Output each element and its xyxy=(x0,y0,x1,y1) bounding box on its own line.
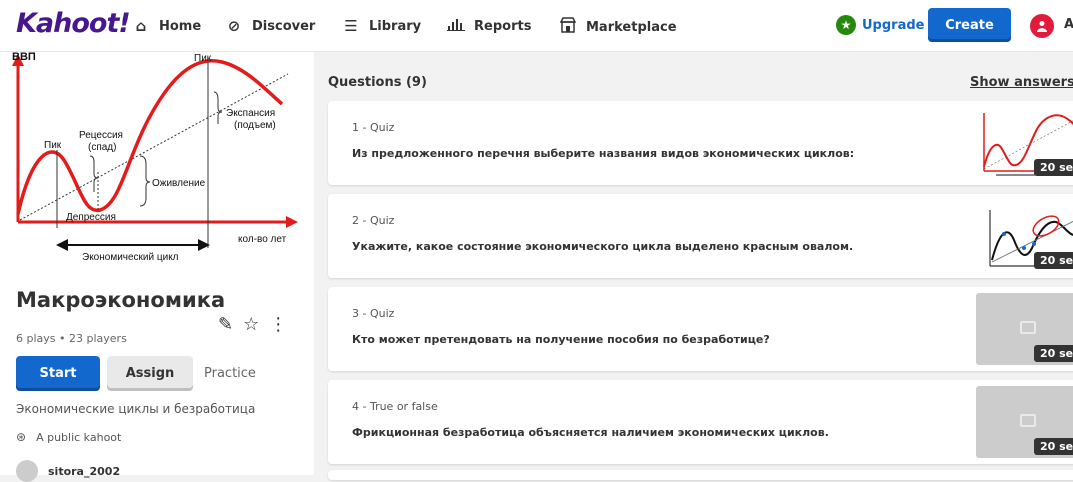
time-limit-badge: 20 sec xyxy=(1034,438,1073,455)
question-type: 1 - Quiz xyxy=(352,121,395,134)
upgrade-link[interactable]: ★ Upgrade xyxy=(836,15,924,35)
cover-label-expansion-1: Экспансия xyxy=(226,108,275,119)
question-type: 4 - True or false xyxy=(352,400,438,413)
nav-discover[interactable]: ⊘ Discover xyxy=(224,17,316,35)
visibility-info: ⊛ A public kahoot xyxy=(16,430,121,444)
time-limit-badge: 20 sec xyxy=(1034,159,1073,176)
question-card[interactable]: 1 - Quiz Из предложенного перечня выбери… xyxy=(328,101,1073,185)
question-text: Укажите, какое состояние экономического … xyxy=(352,240,854,253)
nav-marketplace[interactable]: Marketplace xyxy=(558,17,677,37)
cover-label-peak-left: Пик xyxy=(44,140,62,151)
kahoot-description: Экономические циклы и безработица xyxy=(16,402,256,416)
upgrade-label: Upgrade xyxy=(862,17,925,33)
star-icon: ★ xyxy=(836,15,856,35)
nav-reports[interactable]: Reports xyxy=(446,17,531,35)
compass-icon: ⊘ xyxy=(227,17,241,35)
creator-name: sitora_2002 xyxy=(48,464,121,478)
question-card[interactable]: 4 - True or false Фрикционная безработиц… xyxy=(328,380,1073,464)
cover-label-peak-right: Пик xyxy=(194,53,212,64)
practice-button[interactable]: Practice xyxy=(204,366,256,381)
kahoot-title: Макроэкономика xyxy=(16,288,226,312)
home-icon: ⌂ xyxy=(135,17,147,35)
kahoot-actions: ✎ ☆ ⋮ xyxy=(218,314,287,335)
cover-image-business-cycle: ВВП Пик Пик Рецессия (спад) Депрессия Ож… xyxy=(0,52,314,268)
question-type: 2 - Quiz xyxy=(352,214,395,227)
question-thumbnail-placeholder: 20 sec xyxy=(976,293,1073,365)
nav-home[interactable]: ⌂ Home xyxy=(131,17,202,35)
image-placeholder-icon xyxy=(1020,414,1036,427)
cover-label-xlabel: кол-во лет xyxy=(238,234,287,245)
cover-label-revival: Оживление xyxy=(152,178,206,189)
cover-label-recession-1: Рецессия xyxy=(79,130,123,141)
user-icon xyxy=(1037,21,1047,32)
kahoot-logo[interactable]: Kahoot! xyxy=(16,8,131,39)
list-icon: ☰ xyxy=(344,17,358,35)
question-type: 3 - Quiz xyxy=(352,307,395,320)
cover-label-expansion-2: (подъем) xyxy=(234,120,276,131)
user-avatar[interactable] xyxy=(1030,14,1054,38)
question-text: Фрикционная безработица объясняется нали… xyxy=(352,426,829,439)
nav-marketplace-label: Marketplace xyxy=(586,19,677,35)
image-placeholder-icon xyxy=(1020,321,1036,334)
cover-label-cycle: Экономический цикл xyxy=(82,252,179,263)
creator-info[interactable]: sitora_2002 xyxy=(16,460,120,482)
favorite-star-icon[interactable]: ☆ xyxy=(243,314,259,335)
question-text: Кто может претендовать на получение посо… xyxy=(352,333,770,346)
questions-header: Questions (9) xyxy=(328,75,427,90)
nav-library[interactable]: ☰ Library xyxy=(341,17,421,35)
create-button[interactable]: Create xyxy=(928,8,1011,42)
creator-avatar xyxy=(16,460,38,482)
cover-label-ylabel: ВВП xyxy=(12,52,36,63)
show-answers-link[interactable]: Show answers xyxy=(970,75,1073,90)
start-button[interactable]: Start xyxy=(16,356,100,391)
globe-icon: ⊛ xyxy=(16,430,27,444)
kahoot-details-panel: ВВП Пик Пик Рецессия (спад) Депрессия Ож… xyxy=(0,52,314,482)
time-limit-badge: 20 sec xyxy=(1034,345,1073,362)
edit-pencil-icon[interactable]: ✎ xyxy=(218,314,233,335)
kahoot-stats: 6 plays • 23 players xyxy=(16,332,127,345)
question-thumbnail: 20 sec xyxy=(976,107,1073,179)
question-text: Из предложенного перечня выберите назван… xyxy=(352,147,855,160)
time-limit-badge: 20 sec xyxy=(1034,252,1073,269)
question-card[interactable]: 3 - Quiz Кто может претендовать на получ… xyxy=(328,287,1073,371)
top-navigation-bar: Kahoot! ⌂ Home ⊘ Discover ☰ Library Repo… xyxy=(0,0,1073,52)
nav-library-label: Library xyxy=(369,18,422,34)
user-name-fragment[interactable]: A xyxy=(1064,17,1073,32)
question-card-partial xyxy=(328,470,1073,480)
cover-label-depression: Депрессия xyxy=(66,212,116,223)
bar-chart-icon xyxy=(446,17,466,35)
visibility-label: A public kahoot xyxy=(36,430,122,444)
more-options-icon[interactable]: ⋮ xyxy=(269,314,287,335)
cover-label-recession-2: (спад) xyxy=(88,142,116,153)
nav-discover-label: Discover xyxy=(252,18,316,34)
nav-home-label: Home xyxy=(159,18,202,34)
question-card[interactable]: 2 - Quiz Укажите, какое состояние эконом… xyxy=(328,194,1073,278)
assign-button[interactable]: Assign xyxy=(107,356,193,391)
question-thumbnail: 20 sec xyxy=(976,200,1073,272)
store-icon xyxy=(558,17,578,37)
nav-reports-label: Reports xyxy=(474,18,532,34)
question-thumbnail-placeholder: 20 sec xyxy=(976,386,1073,458)
